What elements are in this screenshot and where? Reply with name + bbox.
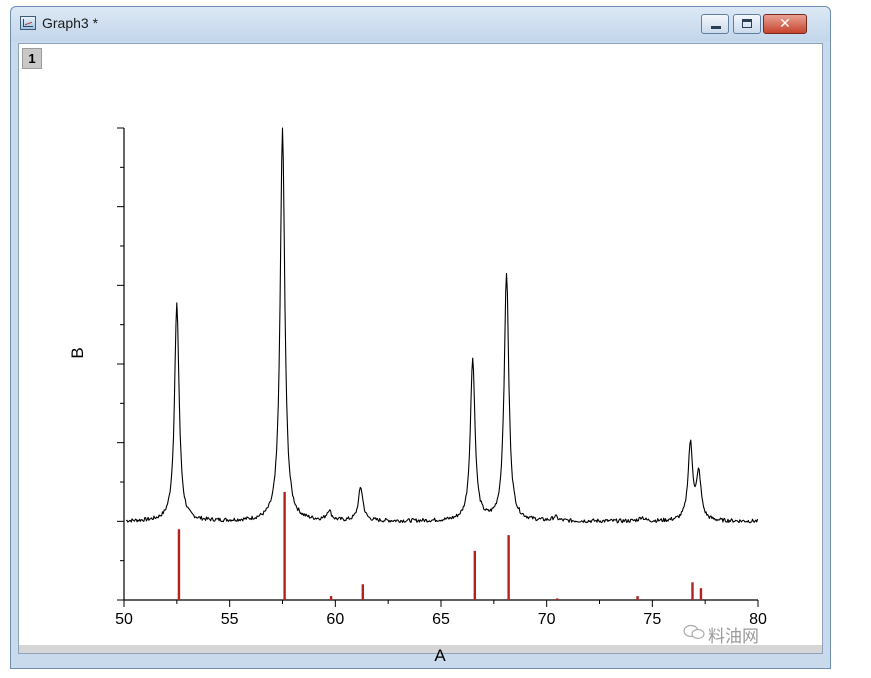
x-tick-label: 75 bbox=[643, 611, 661, 628]
x-tick-label: 65 bbox=[432, 611, 450, 628]
xrd-chart: 50 55 60 65 70 75 80 A B bbox=[68, 127, 767, 665]
measured-pattern-line bbox=[125, 127, 759, 524]
wechat-icon bbox=[683, 624, 705, 640]
x-tick-label: 70 bbox=[538, 611, 556, 628]
x-tick-label: 55 bbox=[221, 611, 239, 628]
x-tick-label: 50 bbox=[115, 611, 133, 628]
x-tick-label: 60 bbox=[326, 611, 344, 628]
reference-pattern bbox=[177, 491, 703, 600]
y-axis-label: B bbox=[68, 347, 87, 358]
x-axis-label: A bbox=[434, 646, 446, 665]
watermark-text: 料油网 bbox=[708, 627, 759, 647]
chart-axes: 50 55 60 65 70 75 80 bbox=[115, 127, 767, 628]
